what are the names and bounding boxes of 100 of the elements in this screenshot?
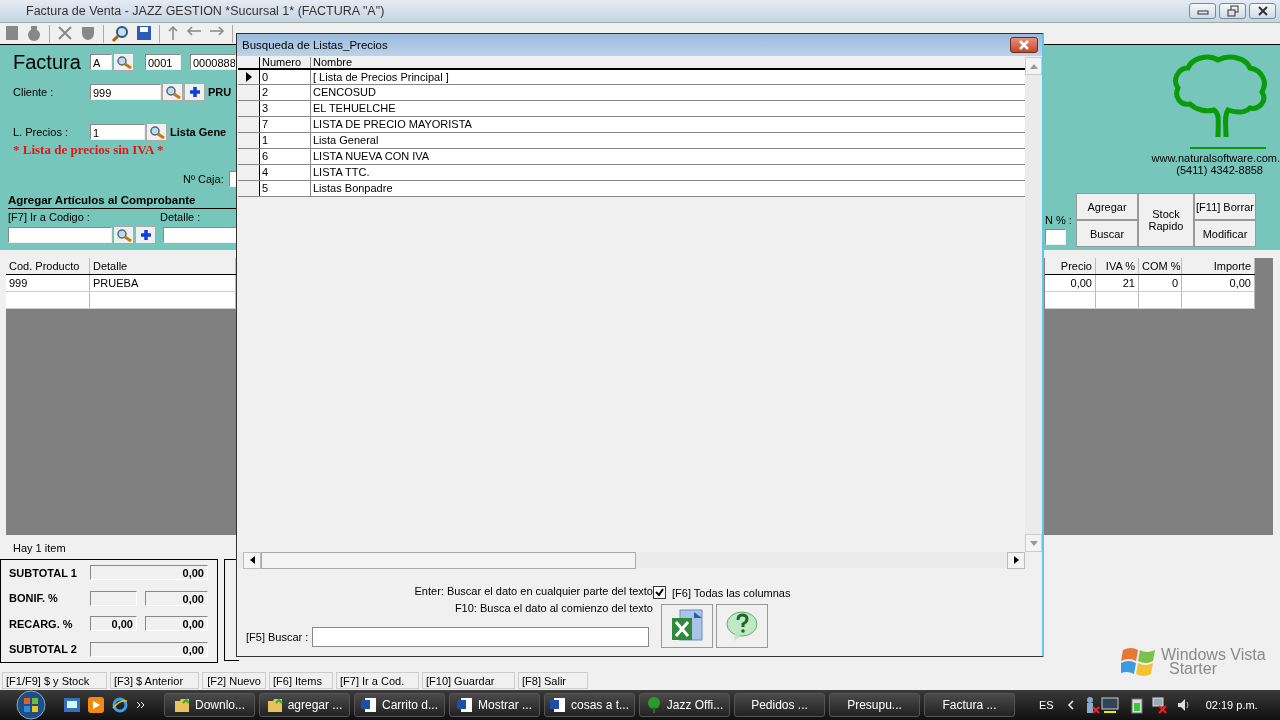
delete-icon[interactable] xyxy=(57,25,73,41)
table-cell: 3 xyxy=(260,101,311,116)
function-key-button[interactable]: [F8] Salir xyxy=(518,672,588,689)
taskbar-button[interactable]: Jazz Offi... xyxy=(639,693,730,717)
export-button[interactable] xyxy=(661,604,713,648)
document-icon[interactable] xyxy=(5,25,19,41)
plus-icon xyxy=(139,229,152,241)
total-field: 0,00 xyxy=(90,641,208,657)
column-header[interactable]: COM % xyxy=(1139,258,1182,274)
taskbar-button[interactable]: agregar ... xyxy=(259,693,350,717)
restore-button[interactable] xyxy=(1219,3,1246,19)
table-cell: 0,00 xyxy=(1182,275,1255,291)
cash-register-field[interactable] xyxy=(228,171,236,187)
percent-label: N % : xyxy=(1045,214,1073,226)
left-arrow-icon[interactable] xyxy=(186,25,202,37)
window-title: Factura de Venta - JAZZ GESTION *Sucursal 1* (FACTURA "A") xyxy=(25,4,386,18)
code-label: [F7] Ir a Codigo : xyxy=(8,211,91,225)
save-icon[interactable] xyxy=(136,25,152,41)
taskbar-button[interactable]: Carrito d... xyxy=(354,693,445,717)
vertical-scrollbar[interactable] xyxy=(1025,57,1042,552)
bag-icon[interactable] xyxy=(26,25,42,41)
desktop-icon[interactable] xyxy=(64,698,80,712)
add-button[interactable] xyxy=(135,226,156,244)
search-field[interactable] xyxy=(312,627,649,647)
taskbar-button[interactable]: Presupu... xyxy=(829,693,920,717)
function-key-button[interactable]: [F10] Guardar xyxy=(422,672,515,689)
column-header[interactable]: Cod. Producto xyxy=(6,258,90,274)
lookup-button[interactable] xyxy=(113,53,134,71)
chevron-icon[interactable] xyxy=(136,700,146,710)
hint-text: F10: Busca el dato al comienzo del texto xyxy=(454,602,653,615)
left-arrow-icon xyxy=(249,556,255,564)
language-indicator[interactable]: ES xyxy=(1039,699,1054,711)
section-title: Agregar Artículos al Comprobante xyxy=(8,194,236,209)
list-row[interactable]: 4 LISTA TTC. xyxy=(238,165,1025,181)
code-field[interactable] xyxy=(8,227,112,243)
client-code-field[interactable]: 999 xyxy=(90,84,161,100)
total-label: SUBTOTAL 2 xyxy=(9,643,78,656)
function-key-button[interactable]: [F6] Items xyxy=(269,672,333,689)
percent-field[interactable] xyxy=(1045,229,1066,245)
column-header[interactable]: IVA % xyxy=(1096,258,1139,274)
taskbar-button[interactable]: Factura ... xyxy=(924,693,1015,717)
function-key-button[interactable]: [F1/F9] $ y Stock xyxy=(2,672,107,689)
table-cell-text: LISTA TTC. xyxy=(312,165,371,180)
action-button[interactable]: [F11] Borrar xyxy=(1194,193,1256,220)
horizontal-scrollbar[interactable] xyxy=(238,552,1025,568)
invoice-number-field[interactable]: 0000888 xyxy=(190,54,236,70)
search-icon[interactable] xyxy=(111,25,129,43)
lookup-button[interactable] xyxy=(113,226,134,244)
price-list-field[interactable]: 1 xyxy=(90,124,145,140)
volume-icon[interactable] xyxy=(1175,697,1192,713)
list-row[interactable]: 7 LISTA DE PRECIO MAYORISTA xyxy=(238,117,1025,133)
close-button[interactable] xyxy=(1010,37,1038,53)
list-row[interactable]: 0 [ Lista de Precios Principal ] xyxy=(238,69,1025,85)
column-header[interactable]: Numero xyxy=(260,57,311,68)
help-button[interactable] xyxy=(716,604,768,648)
row-pointer-icon xyxy=(244,72,253,82)
lookup-button[interactable] xyxy=(146,123,167,141)
taskbar-button[interactable]: cosas a t... xyxy=(544,693,635,717)
column-header[interactable]: Precio xyxy=(1045,258,1096,274)
letter-field[interactable]: A xyxy=(90,54,112,70)
shield-icon[interactable] xyxy=(80,25,96,41)
chevron-icon[interactable] xyxy=(1065,699,1076,711)
document-type-label: Factura xyxy=(13,50,82,74)
point-of-sale-field[interactable]: 0001 xyxy=(145,54,181,70)
action-button[interactable]: Stock Rapido xyxy=(1138,193,1194,247)
price-list-label: L. Precios : xyxy=(13,126,70,138)
function-key-button[interactable]: [F7] Ir a Cod. xyxy=(336,672,419,689)
function-key-button[interactable]: [F3] $ Anterior xyxy=(110,672,199,689)
clock[interactable]: 02:19 p.m. xyxy=(1205,699,1258,711)
close-icon xyxy=(1256,6,1269,16)
cash-register-label: Nº Caja: xyxy=(183,173,224,185)
checkbox-label[interactable]: [F6] Todas las columnas xyxy=(672,586,791,599)
detail-field[interactable] xyxy=(163,227,236,243)
column-header[interactable]: Importe xyxy=(1182,258,1255,274)
column-header[interactable]: Nombre xyxy=(311,57,1025,68)
action-button[interactable]: Agregar xyxy=(1076,193,1138,220)
right-arrow-icon[interactable] xyxy=(209,25,225,37)
taskbar-button[interactable]: Downlo... xyxy=(164,693,255,717)
close-button[interactable] xyxy=(1249,3,1276,19)
minimize-button[interactable] xyxy=(1189,3,1216,19)
checkbox[interactable] xyxy=(653,586,666,599)
taskbar-button[interactable]: Mostrar ... xyxy=(449,693,540,717)
table-cell: 0,00 xyxy=(1045,275,1096,291)
list-row[interactable]: 1 Lista General xyxy=(238,133,1025,149)
power-icon[interactable] xyxy=(1129,696,1144,714)
list-row[interactable]: 5 Listas Bonpadre xyxy=(238,181,1025,197)
taskbar-button[interactable]: Pedidos ... xyxy=(734,693,825,717)
list-row[interactable]: 6 LISTA NUEVA CON IVA xyxy=(238,149,1025,165)
up-arrow-icon[interactable] xyxy=(167,25,179,41)
list-row[interactable]: 2 CENCOSUD xyxy=(238,85,1025,101)
media-player-icon[interactable] xyxy=(88,697,104,713)
browser-icon[interactable] xyxy=(112,697,128,713)
network-disconnected-icon[interactable] xyxy=(1151,696,1168,714)
table-cell: 2 xyxy=(260,85,311,100)
action-button[interactable]: Modificar xyxy=(1194,220,1256,247)
list-row[interactable]: 3 EL TEHUELCHE xyxy=(238,101,1025,117)
lookup-button[interactable] xyxy=(162,83,183,101)
add-button[interactable] xyxy=(184,83,205,101)
function-key-button[interactable]: [F2] Nuevo xyxy=(202,672,266,689)
action-button[interactable]: Buscar xyxy=(1076,220,1138,247)
